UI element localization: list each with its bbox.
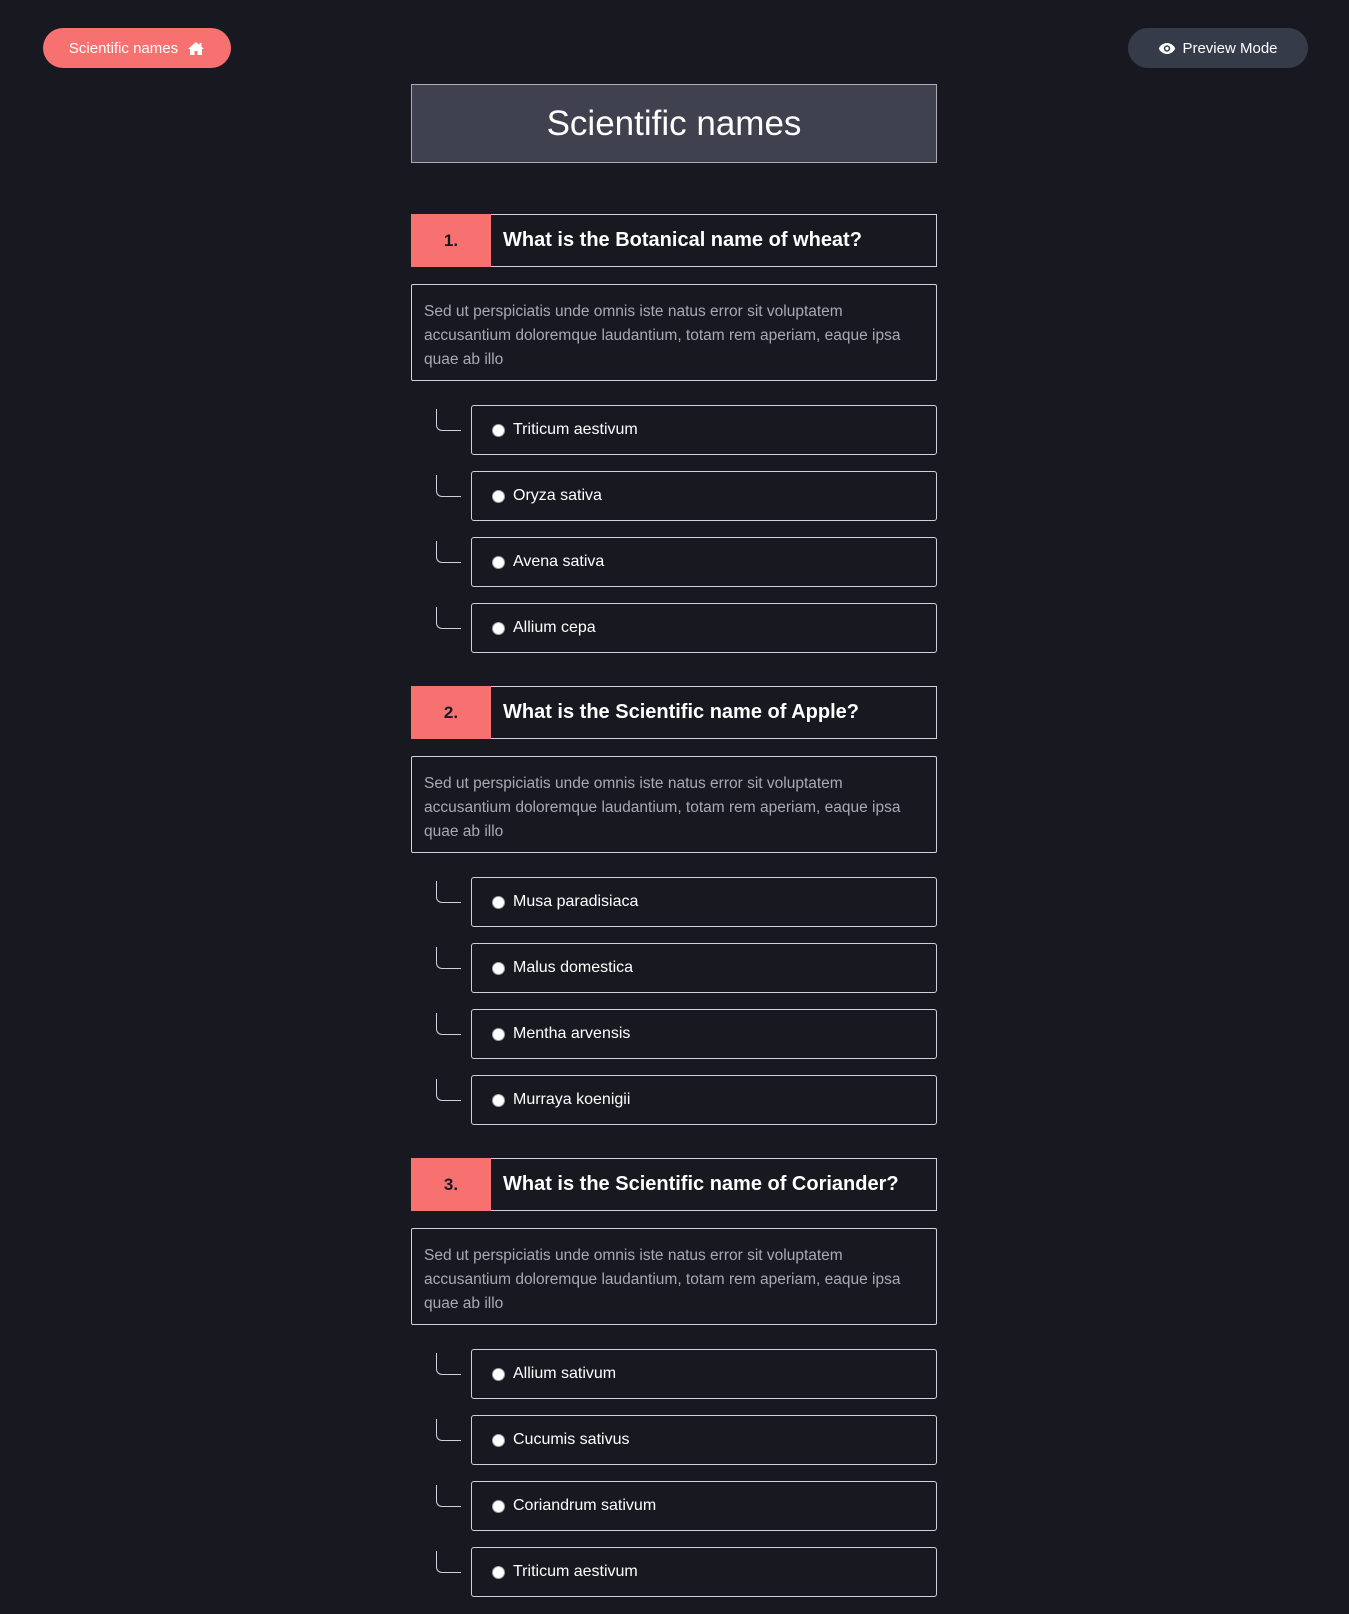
quiz-page: Scientific names Preview Mode Scientific… xyxy=(0,0,1349,1614)
question-header: 3. What is the Scientific name of Corian… xyxy=(411,1158,937,1211)
radio-button[interactable] xyxy=(492,489,505,503)
radio-button[interactable] xyxy=(492,423,505,437)
option-label: Triticum aestivum xyxy=(513,421,638,438)
option-allium-cepa[interactable]: Allium cepa xyxy=(471,603,937,653)
radio-button[interactable] xyxy=(492,1367,505,1381)
tree-connector xyxy=(436,1485,461,1507)
preview-mode-button[interactable]: Preview Mode xyxy=(1128,28,1308,68)
option-row: Mentha arvensis xyxy=(411,1009,937,1059)
radio-button[interactable] xyxy=(492,621,505,635)
question-number: 1. xyxy=(411,214,491,267)
tree-connector xyxy=(436,541,461,563)
tree-connector xyxy=(436,1013,461,1035)
radio-button[interactable] xyxy=(492,555,505,569)
question-number: 2. xyxy=(411,686,491,739)
home-button[interactable]: Scientific names xyxy=(43,28,231,68)
option-row: Murraya koenigii xyxy=(411,1075,937,1125)
eye-icon xyxy=(1158,42,1176,55)
option-row: Oryza sativa xyxy=(411,471,937,521)
tree-connector xyxy=(436,607,461,629)
option-triticum-aestivum[interactable]: Triticum aestivum xyxy=(471,1547,937,1597)
option-allium-sativum[interactable]: Allium sativum xyxy=(471,1349,937,1399)
radio-button[interactable] xyxy=(492,961,505,975)
tree-connector xyxy=(436,475,461,497)
option-coriandrum-sativum[interactable]: Coriandrum sativum xyxy=(471,1481,937,1531)
tree-connector xyxy=(436,1353,461,1375)
radio-button[interactable] xyxy=(492,1093,505,1107)
quiz-title: Scientific names xyxy=(411,84,937,163)
option-row: Allium cepa xyxy=(411,603,937,653)
options-list: Triticum aestivum Oryza sativa Avena sat… xyxy=(411,405,937,653)
option-murraya-koenigii[interactable]: Murraya koenigii xyxy=(471,1075,937,1125)
tree-connector xyxy=(436,881,461,903)
option-row: Malus domestica xyxy=(411,943,937,993)
question-header: 2. What is the Scientific name of Apple? xyxy=(411,686,937,739)
option-row: Coriandrum sativum xyxy=(411,1481,937,1531)
question-3: 3. What is the Scientific name of Corian… xyxy=(411,1158,937,1613)
tree-connector xyxy=(436,1551,461,1573)
question-number: 3. xyxy=(411,1158,491,1211)
option-malus-domestica[interactable]: Malus domestica xyxy=(471,943,937,993)
options-list: Allium sativum Cucumis sativus Coriandru… xyxy=(411,1349,937,1597)
preview-mode-label: Preview Mode xyxy=(1182,39,1278,57)
option-label: Allium sativum xyxy=(513,1365,617,1382)
option-row: Triticum aestivum xyxy=(411,1547,937,1597)
option-avena-sativa[interactable]: Avena sativa xyxy=(471,537,937,587)
tree-connector xyxy=(436,409,461,431)
option-row: Allium sativum xyxy=(411,1349,937,1399)
question-description: Sed ut perspiciatis unde omnis iste natu… xyxy=(411,756,937,853)
question-1: 1. What is the Botanical name of wheat? … xyxy=(411,214,937,669)
home-icon xyxy=(187,41,205,56)
question-header: 1. What is the Botanical name of wheat? xyxy=(411,214,937,267)
question-text: What is the Botanical name of wheat? xyxy=(503,229,862,251)
option-row: Triticum aestivum xyxy=(411,405,937,455)
option-row: Musa paradisiaca xyxy=(411,877,937,927)
tree-connector xyxy=(436,1419,461,1441)
radio-button[interactable] xyxy=(492,895,505,909)
radio-button[interactable] xyxy=(492,1565,505,1579)
radio-button[interactable] xyxy=(492,1027,505,1041)
tree-connector xyxy=(436,947,461,969)
option-triticum-aestivum[interactable]: Triticum aestivum xyxy=(471,405,937,455)
option-label: Musa paradisiaca xyxy=(513,893,639,910)
option-label: Avena sativa xyxy=(513,553,605,570)
option-label: Triticum aestivum xyxy=(513,1563,638,1580)
option-label: Cucumis sativus xyxy=(513,1431,630,1448)
question-description: Sed ut perspiciatis unde omnis iste natu… xyxy=(411,1228,937,1325)
option-row: Cucumis sativus xyxy=(411,1415,937,1465)
question-text: What is the Scientific name of Coriander… xyxy=(503,1173,899,1195)
option-label: Murraya koenigii xyxy=(513,1091,631,1108)
home-button-label: Scientific names xyxy=(68,39,179,57)
question-2: 2. What is the Scientific name of Apple?… xyxy=(411,686,937,1141)
tree-connector xyxy=(436,1079,461,1101)
question-text: What is the Scientific name of Apple? xyxy=(503,701,859,723)
options-list: Musa paradisiaca Malus domestica Mentha … xyxy=(411,877,937,1125)
option-label: Oryza sativa xyxy=(513,487,602,504)
option-cucumis-sativus[interactable]: Cucumis sativus xyxy=(471,1415,937,1465)
option-label: Malus domestica xyxy=(513,959,634,976)
option-musa-paradisiaca[interactable]: Musa paradisiaca xyxy=(471,877,937,927)
option-label: Allium cepa xyxy=(513,619,596,636)
option-label: Mentha arvensis xyxy=(513,1025,631,1042)
option-row: Avena sativa xyxy=(411,537,937,587)
option-mentha-arvensis[interactable]: Mentha arvensis xyxy=(471,1009,937,1059)
option-label: Coriandrum sativum xyxy=(513,1497,657,1514)
radio-button[interactable] xyxy=(492,1499,505,1513)
radio-button[interactable] xyxy=(492,1433,505,1447)
option-oryza-sativa[interactable]: Oryza sativa xyxy=(471,471,937,521)
question-description: Sed ut perspiciatis unde omnis iste natu… xyxy=(411,284,937,381)
